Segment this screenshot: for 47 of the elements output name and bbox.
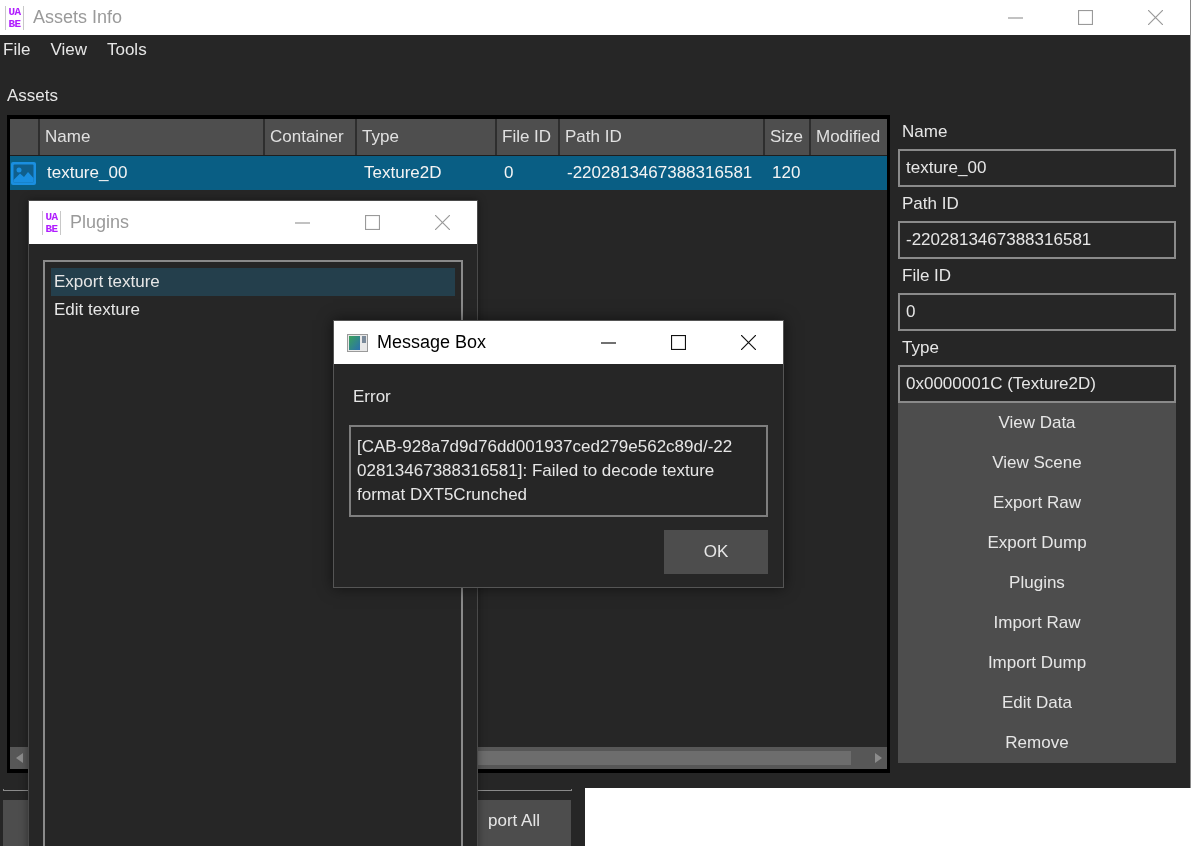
scrollbar-thumb[interactable] xyxy=(478,751,851,765)
field-label: Type xyxy=(902,338,939,358)
panel-button[interactable]: Export Dump xyxy=(898,523,1176,563)
message-heading: Error xyxy=(353,387,391,406)
text-field[interactable]: -2202813467388316581 xyxy=(898,221,1176,259)
image-icon xyxy=(11,161,36,185)
close-icon[interactable] xyxy=(740,335,756,350)
table-cell-text: 0 xyxy=(503,162,515,184)
panel-button[interactable]: Edit Data xyxy=(898,683,1176,723)
text-field[interactable]: 0 xyxy=(898,293,1176,331)
text-field[interactable]: 0x0000001C (Texture2D) xyxy=(898,365,1176,403)
window-icon xyxy=(347,333,368,352)
field-label: Path ID xyxy=(902,194,959,214)
section-label: Assets xyxy=(7,86,59,105)
minimize-icon[interactable] xyxy=(600,341,616,344)
table-cell-text: texture_00 xyxy=(46,162,129,184)
panel-button[interactable]: View Data xyxy=(898,403,1176,443)
text-field[interactable]: texture_00 xyxy=(898,149,1176,187)
panel-button[interactable]: View Scene xyxy=(898,443,1176,483)
field-label: Name xyxy=(902,122,948,142)
app-logo: UABE xyxy=(5,5,24,30)
panel-button[interactable]: Plugins xyxy=(898,563,1176,603)
panel-button[interactable]: Remove xyxy=(898,723,1176,763)
window-title: Assets Info xyxy=(33,7,123,28)
ok-button[interactable]: OK xyxy=(664,530,768,574)
message-text-box[interactable]: [CAB-928a7d9d76dd001937ced279e562c89d/-2202813467388316581]: Failed to decode texture format DXT5Crunched xyxy=(349,425,768,517)
field-label: File ID xyxy=(902,266,952,286)
table-row[interactable]: texture_00 Texture2D 0 -2202813467388316581 120 xyxy=(10,156,887,190)
menu-item[interactable]: Tools xyxy=(106,40,147,60)
panel-button[interactable]: Import Dump xyxy=(898,643,1176,683)
column-header[interactable]: Modified xyxy=(811,119,887,155)
table-cell-text: -2202813467388316581 xyxy=(566,162,754,184)
plugin-list-item[interactable]: Edit texture xyxy=(51,296,455,324)
window-title: Message Box xyxy=(377,332,487,353)
menu-item[interactable]: View xyxy=(50,40,87,60)
menu-item[interactable]: File xyxy=(3,40,31,60)
maximize-icon[interactable] xyxy=(670,335,686,350)
window-title: Plugins xyxy=(70,212,130,233)
plugin-list-item[interactable]: Export texture xyxy=(51,268,455,296)
scroll-left-icon[interactable] xyxy=(15,753,23,763)
panel-button[interactable]: Import Raw xyxy=(898,603,1176,643)
table-cell-text: Texture2D xyxy=(363,162,443,184)
scroll-right-icon[interactable] xyxy=(874,753,882,763)
app-logo: UABE xyxy=(42,210,61,235)
import-button[interactable]: port All xyxy=(478,800,571,846)
table-cell-text: 120 xyxy=(771,162,802,184)
panel-button[interactable]: Export Raw xyxy=(898,483,1176,523)
